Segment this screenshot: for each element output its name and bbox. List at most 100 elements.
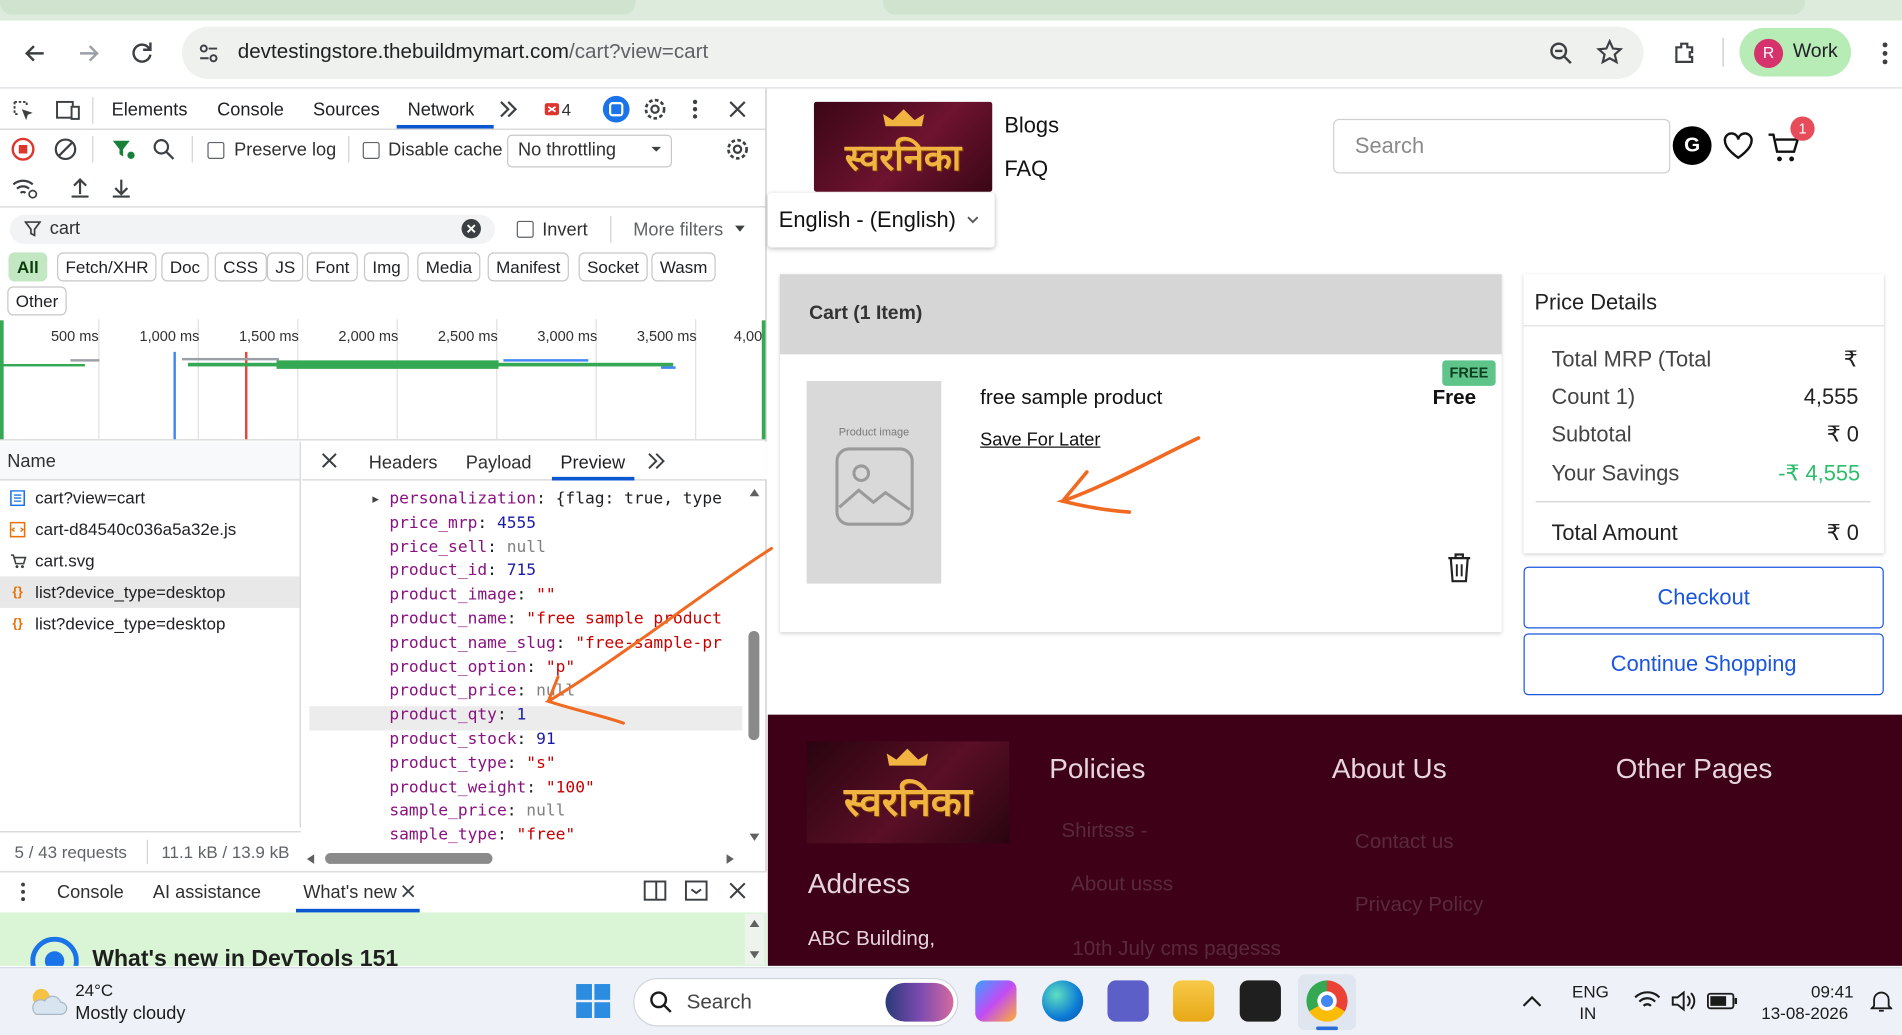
preview-line[interactable]: product_qty: 1 [389, 706, 526, 724]
request-row-selected[interactable]: {} list?device_type=desktop [0, 576, 300, 608]
product-image[interactable]: Product image [806, 380, 942, 584]
chip-doc[interactable]: Doc [161, 252, 209, 282]
chip-wasm[interactable]: Wasm [651, 252, 716, 282]
app-icon[interactable] [1239, 980, 1281, 1022]
menu-kebab-icon[interactable] [1875, 40, 1894, 67]
tab-payload[interactable]: Payload [466, 453, 532, 474]
chip-manifest[interactable]: Manifest [487, 252, 569, 282]
dock-bottom-icon[interactable] [684, 880, 708, 902]
preview-line[interactable]: sample_type: "free" [389, 827, 575, 845]
preview-line[interactable]: price_sell: null [389, 538, 545, 556]
scroll-right-icon[interactable] [725, 853, 735, 865]
preview-line[interactable]: product_type: "s" [389, 754, 555, 772]
chip-all[interactable]: All [8, 252, 48, 282]
chip-font[interactable]: Font [306, 252, 358, 282]
preview-line[interactable]: ▶ personalization: {flag: true, type: [372, 490, 723, 508]
language-indicator[interactable]: ENG [1572, 982, 1609, 1001]
file-explorer-icon[interactable] [1172, 980, 1215, 1022]
footer-link[interactable]: Shirtsss - [1061, 819, 1147, 843]
search-icon[interactable] [152, 137, 176, 161]
record-stop-icon[interactable] [11, 137, 35, 161]
network-conditions-icon[interactable] [11, 177, 38, 199]
preview-line[interactable]: price_mrp: 4555 [389, 514, 536, 532]
preview-line[interactable]: product_id: 715 [389, 562, 536, 580]
footer-logo[interactable]: स्वरनिका [806, 741, 1010, 844]
forward-icon[interactable] [75, 40, 102, 67]
expand-triangle-icon[interactable]: ▶ [372, 494, 379, 506]
nav-blogs[interactable]: Blogs [1004, 113, 1059, 138]
browser-tab[interactable] [0, 0, 636, 15]
devtools-ai-icon[interactable] [602, 95, 631, 124]
delete-trash-icon[interactable] [1445, 551, 1474, 585]
clock-time[interactable]: 09:41 [1811, 982, 1854, 1001]
issues-count[interactable]: 4 [562, 99, 571, 118]
drawer-menu-icon[interactable] [16, 881, 31, 903]
continue-shopping-button[interactable]: Continue Shopping [1523, 633, 1884, 696]
chevron-up-icon[interactable] [1521, 993, 1543, 1010]
timeline-handle[interactable] [0, 320, 4, 440]
footer-link[interactable]: Privacy Policy [1355, 893, 1483, 917]
scroll-up-icon[interactable] [748, 488, 760, 498]
devtools-menu-icon[interactable] [687, 97, 704, 121]
back-icon[interactable] [22, 40, 49, 67]
device-toolbar-icon[interactable] [55, 98, 82, 122]
footer-link[interactable]: 10th July cms pagesss [1072, 937, 1281, 961]
scroll-down-icon[interactable] [748, 950, 760, 960]
footer-link[interactable]: Contact us [1355, 830, 1454, 854]
timeline-handle[interactable] [761, 320, 766, 440]
notifications-bell-icon[interactable] [1870, 989, 1893, 1013]
search-highlight-image[interactable] [885, 982, 954, 1022]
preview-line[interactable]: sample_price: null [389, 803, 565, 821]
close-drawer-icon[interactable] [728, 881, 747, 900]
network-settings-icon[interactable] [725, 137, 749, 161]
product-name[interactable]: free sample product [980, 386, 1162, 410]
preview-line[interactable]: product_stock: 91 [389, 730, 555, 748]
chip-media[interactable]: Media [417, 252, 481, 282]
chip-js[interactable]: JS [266, 252, 304, 282]
close-devtools-icon[interactable] [727, 98, 749, 120]
region-indicator[interactable]: IN [1579, 1003, 1596, 1022]
wifi-icon[interactable] [1634, 990, 1661, 1012]
request-row[interactable]: cart-d84540c036a5a32e.js [0, 513, 300, 545]
tab-preview[interactable]: Preview [560, 453, 625, 474]
drawer-tab-console[interactable]: Console [57, 882, 124, 903]
more-filters-button[interactable]: More filters [633, 220, 723, 241]
tab-headers[interactable]: Headers [369, 453, 438, 474]
windows-start-icon[interactable] [575, 983, 611, 1019]
more-tabs-icon[interactable] [497, 98, 519, 120]
store-logo[interactable]: स्वरनिका [813, 101, 993, 192]
request-row[interactable]: {} list?device_type=desktop [0, 608, 300, 640]
clear-icon[interactable] [53, 137, 77, 161]
chip-img[interactable]: Img [363, 252, 410, 282]
dock-side-icon[interactable] [643, 880, 667, 902]
wishlist-heart-icon[interactable] [1722, 131, 1754, 160]
weather-cloud-icon[interactable] [27, 985, 68, 1019]
close-tab-icon[interactable] [402, 885, 415, 898]
copilot-icon[interactable] [975, 980, 1017, 1022]
tab-console[interactable]: Console [217, 99, 284, 120]
tab-sources[interactable]: Sources [313, 99, 380, 120]
account-button[interactable]: G [1672, 126, 1712, 166]
inspect-element-icon[interactable] [11, 98, 35, 122]
more-tabs-icon[interactable] [647, 451, 666, 470]
checkout-button[interactable]: Checkout [1523, 566, 1884, 629]
zoom-icon[interactable] [1548, 40, 1575, 67]
chip-fetch-xhr[interactable]: Fetch/XHR [57, 252, 158, 282]
edge-browser-icon[interactable] [1041, 980, 1084, 1022]
scrollbar-horizontal-thumb[interactable] [325, 852, 493, 864]
bookmark-star-icon[interactable] [1596, 38, 1624, 66]
import-har-icon[interactable] [68, 176, 92, 200]
site-info-icon[interactable] [197, 41, 221, 65]
chip-css[interactable]: CSS [214, 252, 267, 282]
error-icon[interactable] [544, 102, 560, 117]
chrome-icon[interactable] [1306, 980, 1348, 1022]
drawer-tab-ai-assistance[interactable]: AI assistance [153, 882, 261, 903]
invert-checkbox[interactable] [516, 220, 534, 238]
chip-socket[interactable]: Socket [578, 252, 648, 282]
clock-date[interactable]: 13-08-2026 [1761, 1003, 1848, 1022]
close-detail-icon[interactable] [320, 451, 338, 469]
reload-icon[interactable] [129, 39, 156, 66]
battery-icon[interactable] [1707, 992, 1739, 1010]
extensions-icon[interactable] [1672, 39, 1699, 66]
drawer-tab-whats-new[interactable]: What's new [303, 882, 396, 903]
